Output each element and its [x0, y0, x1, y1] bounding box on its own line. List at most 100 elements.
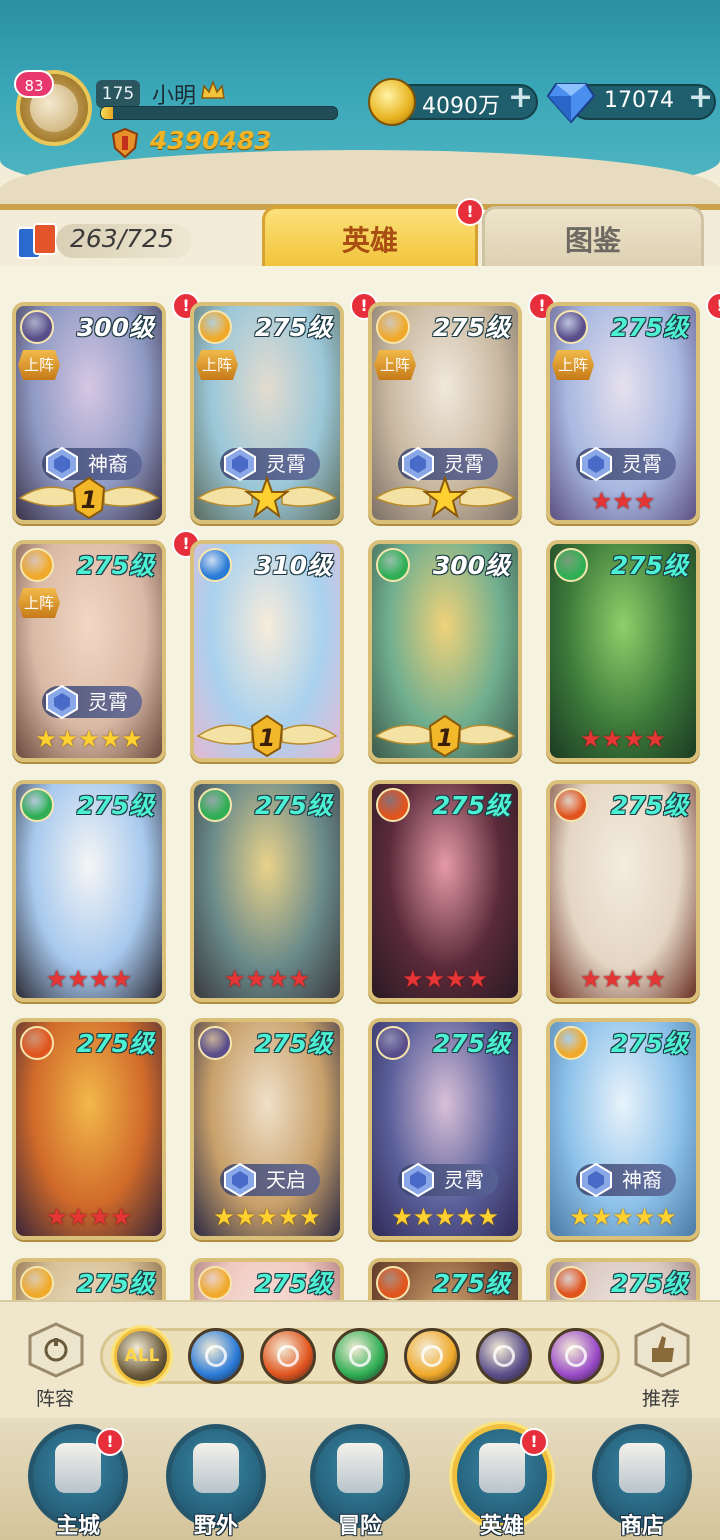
deployed-tag: 上阵: [552, 350, 594, 380]
power-shield-icon: [112, 128, 138, 158]
star-wing-badge: [196, 476, 338, 519]
nav-label: 冒险: [337, 1514, 382, 1539]
fire-faction-icon: [554, 1266, 588, 1300]
hero-card[interactable]: 275级 上阵 灵霄 ★★★: [546, 302, 700, 524]
hero-card[interactable]: 275级 ★★★★: [190, 780, 344, 1002]
hero-card[interactable]: 275级 ★★★★: [12, 1018, 166, 1240]
add-diamond-button[interactable]: +: [688, 80, 713, 115]
hero-card[interactable]: 300级 1: [368, 540, 522, 762]
power-value: 4390483: [150, 126, 272, 155]
filter-all-label: ALL: [124, 1346, 160, 1366]
light-faction-icon: [198, 310, 232, 344]
player-level: 175: [96, 80, 140, 108]
wind-faction-icon: [554, 548, 588, 582]
filter-arcane-button[interactable]: [548, 1328, 604, 1384]
hero-card[interactable]: 275级 上阵 灵霄: [368, 302, 522, 524]
hero-level: 275级: [610, 551, 688, 580]
hero-grid: 300级上阵神裔1!275级上阵灵霄!275级上阵灵霄!275级上阵灵霄★★★!…: [0, 266, 720, 1300]
vip-badge: 83: [14, 70, 54, 98]
star-rating: ★★★★: [45, 965, 133, 993]
nav-label: 英雄: [479, 1514, 524, 1539]
hero-card[interactable]: 310级 1: [190, 540, 344, 762]
hero-count: 263/725: [70, 224, 174, 253]
tab-codex[interactable]: 图鉴: [482, 206, 704, 270]
fire-faction-icon: [20, 1026, 54, 1060]
fire-faction-icon: [376, 788, 410, 822]
hero-level: 275级: [610, 791, 688, 820]
wing-rank-number: 1: [436, 724, 454, 752]
nav-alert-icon: !: [96, 1428, 124, 1456]
hero-card[interactable]: 275级: [190, 1258, 344, 1300]
nav-label: 野外: [193, 1514, 238, 1539]
star-rating: ★★★★: [223, 965, 311, 993]
diamond-icon: [546, 83, 596, 124]
filter-water-button[interactable]: [188, 1328, 244, 1384]
hero-card[interactable]: 275级 ★★★★: [546, 780, 700, 1002]
shadow-faction-icon: [493, 1345, 515, 1367]
light-faction-icon: [421, 1345, 443, 1367]
lineup-icon[interactable]: [24, 1322, 88, 1378]
filter-light-button[interactable]: [404, 1328, 460, 1384]
hero-card[interactable]: 275级 ★★★★: [368, 780, 522, 1002]
exp-bar-fill: [101, 107, 113, 119]
hero-card[interactable]: 275级: [546, 1258, 700, 1300]
hero-level: 275级: [254, 791, 332, 820]
star-rating: ★★★★★: [213, 1203, 321, 1231]
wing-rank-number: 1: [80, 486, 98, 514]
filter-shadow-button[interactable]: [476, 1328, 532, 1384]
tab-heroes[interactable]: 英雄: [262, 206, 478, 270]
star-rating: ★★★★: [579, 725, 667, 753]
light-faction-icon: [20, 548, 54, 582]
hero-card[interactable]: 275级 ★★★★: [12, 780, 166, 1002]
filter-fire-button[interactable]: [260, 1328, 316, 1384]
hero-level: 275级: [432, 1269, 510, 1298]
recommend-icon[interactable]: [630, 1322, 694, 1378]
star-wing-badge: [374, 476, 516, 519]
arcane-faction-icon: [565, 1345, 587, 1367]
light-faction-icon: [198, 1266, 232, 1300]
add-gold-button[interactable]: +: [508, 80, 533, 115]
hero-level: 275级: [432, 791, 510, 820]
hero-level: 300级: [76, 313, 154, 342]
nav-alert-icon: !: [520, 1428, 548, 1456]
shadow-faction-icon: [376, 1026, 410, 1060]
filter-all-button[interactable]: ALL: [114, 1328, 170, 1384]
hero-card[interactable]: 275级: [12, 1258, 166, 1300]
sword-icon: [337, 1443, 383, 1493]
exp-bar: [100, 106, 338, 120]
hero-level: 275级: [432, 313, 510, 342]
hero-card[interactable]: 275级: [368, 1258, 522, 1300]
deployed-tag: 上阵: [18, 588, 60, 618]
hero-level: 275级: [254, 1029, 332, 1058]
deployed-tag: 上阵: [18, 350, 60, 380]
shadow-faction-icon: [554, 310, 588, 344]
gold-value: 4090万: [422, 94, 500, 119]
hero-card[interactable]: 275级 上阵 灵霄 ★★★★★: [12, 540, 166, 762]
rank-emblem-icon: [580, 446, 612, 482]
hero-card[interactable]: 275级 ★★★★: [546, 540, 700, 762]
deployed-tag: 上阵: [374, 350, 416, 380]
rank-emblem-icon: [224, 1162, 256, 1198]
lineup-label: 阵容: [36, 1388, 75, 1410]
fire-faction-icon: [554, 788, 588, 822]
rank-emblem-icon: [580, 1162, 612, 1198]
rank-emblem-icon: [402, 1162, 434, 1198]
nav-label: 主城: [55, 1514, 100, 1539]
light-faction-icon: [20, 1266, 54, 1300]
shadow-faction-icon: [198, 1026, 232, 1060]
hero-level: 275级: [254, 1269, 332, 1298]
crown-icon: [201, 80, 225, 99]
hero-card[interactable]: 300级 上阵 神裔 1: [12, 302, 166, 524]
star-rating: ★★★★★: [569, 1203, 677, 1231]
rank-emblem-icon: [46, 684, 78, 720]
hero-alert-icon: !: [706, 292, 720, 320]
hero-level: 300级: [432, 551, 510, 580]
hero-card[interactable]: 275级 上阵 灵霄: [190, 302, 344, 524]
filter-wind-button[interactable]: [332, 1328, 388, 1384]
hero-level: 275级: [610, 1269, 688, 1298]
hero-card[interactable]: 275级 天启 ★★★★★: [190, 1018, 344, 1240]
shadow-faction-icon: [20, 310, 54, 344]
wind-faction-icon: [198, 788, 232, 822]
hero-card[interactable]: 275级 灵霄 ★★★★★: [368, 1018, 522, 1240]
hero-card[interactable]: 275级 神裔 ★★★★★: [546, 1018, 700, 1240]
